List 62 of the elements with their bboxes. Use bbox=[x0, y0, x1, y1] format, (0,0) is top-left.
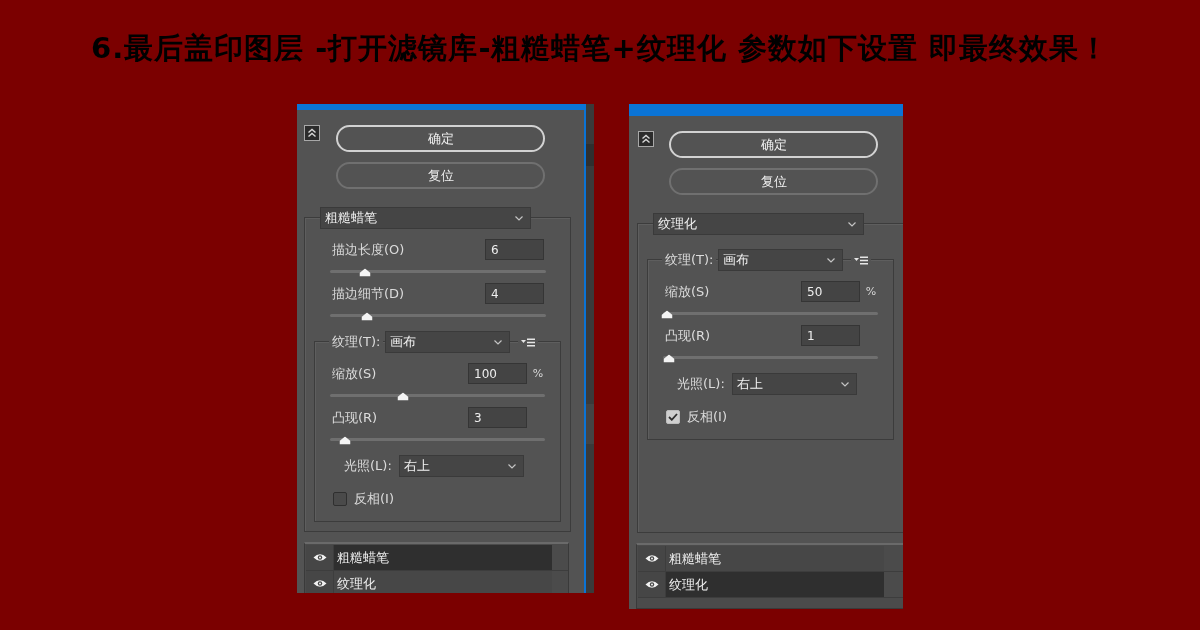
select-dropdown[interactable]: 右上 bbox=[731, 373, 857, 395]
number-input[interactable]: 1 bbox=[801, 325, 860, 346]
slider-label: 凸现(R) bbox=[665, 326, 711, 345]
unit-label: % bbox=[532, 367, 544, 380]
collapse-icon[interactable] bbox=[304, 125, 320, 141]
select-dropdown[interactable]: 右上 bbox=[398, 455, 524, 477]
slider-label: 凸现(R) bbox=[332, 408, 378, 427]
select-label: 光照(L): bbox=[677, 375, 725, 393]
slider-label: 描边长度(O) bbox=[332, 240, 405, 259]
select-label: 光照(L): bbox=[344, 457, 392, 475]
dialog-button[interactable]: 确定 bbox=[669, 131, 878, 158]
number-input[interactable]: 4 bbox=[485, 283, 544, 304]
texture-dropdown[interactable]: 画布 bbox=[385, 331, 511, 353]
menu-icon[interactable] bbox=[854, 255, 869, 265]
eye-icon bbox=[312, 553, 327, 562]
number-input[interactable]: 100 bbox=[468, 363, 527, 384]
slider-thumb[interactable] bbox=[339, 435, 351, 444]
unit-label: % bbox=[865, 285, 877, 298]
number-input[interactable]: 3 bbox=[468, 407, 527, 428]
slider-thumb[interactable] bbox=[359, 267, 371, 276]
collapse-icon[interactable] bbox=[638, 131, 654, 147]
texture-label: 纹理(T): bbox=[662, 251, 717, 269]
chevron-down-icon bbox=[494, 339, 503, 345]
checkbox-label: 反相(I) bbox=[354, 490, 394, 508]
slider-thumb[interactable] bbox=[397, 391, 409, 400]
slider-thumb[interactable] bbox=[663, 353, 675, 362]
chevron-down-icon bbox=[840, 381, 849, 387]
filter-dropdown[interactable]: 粗糙蜡笔 bbox=[320, 207, 531, 229]
slider-thumb[interactable] bbox=[361, 311, 373, 320]
chevron-down-icon bbox=[827, 257, 836, 263]
eye-icon bbox=[644, 580, 659, 589]
dialog-button[interactable]: 复位 bbox=[336, 162, 545, 189]
layer-name[interactable]: 粗糙蜡笔 bbox=[334, 545, 552, 570]
texture-dropdown[interactable]: 画布 bbox=[718, 249, 844, 271]
visibility-toggle[interactable] bbox=[306, 545, 334, 570]
slider-label: 描边细节(D) bbox=[332, 284, 405, 303]
slider-thumb[interactable] bbox=[661, 309, 673, 318]
visibility-toggle[interactable] bbox=[638, 546, 666, 571]
chevron-down-icon bbox=[507, 463, 516, 469]
number-input[interactable]: 50 bbox=[801, 281, 860, 302]
texture-label: 纹理(T): bbox=[329, 333, 384, 351]
eye-icon bbox=[644, 554, 659, 563]
number-input[interactable]: 6 bbox=[485, 239, 544, 260]
checkbox-label: 反相(I) bbox=[687, 408, 727, 426]
layer-name[interactable]: 纹理化 bbox=[334, 571, 552, 593]
chevron-down-icon bbox=[848, 221, 856, 227]
layer-name[interactable]: 粗糙蜡笔 bbox=[666, 546, 884, 571]
checkbox[interactable] bbox=[333, 492, 347, 506]
visibility-toggle[interactable] bbox=[638, 572, 666, 597]
slider-label: 缩放(S) bbox=[332, 364, 377, 383]
menu-icon[interactable] bbox=[521, 337, 536, 347]
filter-dropdown[interactable]: 纹理化 bbox=[653, 213, 864, 235]
layer-name[interactable]: 纹理化 bbox=[666, 572, 884, 597]
checkmark-icon bbox=[668, 413, 678, 421]
visibility-toggle[interactable] bbox=[306, 571, 334, 593]
slider-label: 缩放(S) bbox=[665, 282, 710, 301]
eye-icon bbox=[312, 579, 327, 588]
chevron-down-icon bbox=[515, 215, 523, 221]
dialog-button[interactable]: 确定 bbox=[336, 125, 545, 152]
dialog-button[interactable]: 复位 bbox=[669, 168, 878, 195]
checkbox[interactable] bbox=[666, 410, 680, 424]
page-title: 6.最后盖印图层 -打开滤镜库-粗糙蜡笔+纹理化 参数如下设置 即最终效果！ bbox=[91, 30, 1109, 67]
